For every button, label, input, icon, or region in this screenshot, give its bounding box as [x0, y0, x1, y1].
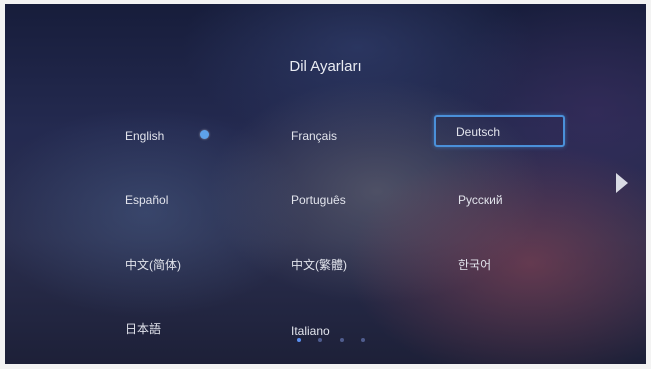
language-option-francais[interactable]: Français — [269, 120, 397, 150]
language-label: 中文(繁體) — [291, 258, 347, 272]
language-option-chinese-traditional[interactable]: 中文(繁體) — [269, 249, 397, 279]
page-dot[interactable] — [340, 338, 344, 342]
language-option-japanese[interactable]: 日本語 — [103, 313, 231, 343]
chevron-right-icon[interactable] — [614, 172, 630, 194]
page-dot[interactable] — [318, 338, 322, 342]
radio-dot-icon — [200, 130, 209, 139]
language-label: Русский — [458, 193, 503, 207]
page-title: Dil Ayarları — [289, 58, 362, 75]
language-label: 中文(简体) — [125, 258, 181, 272]
language-option-russian[interactable]: Русский — [436, 184, 564, 214]
language-option-chinese-simplified[interactable]: 中文(简体) — [103, 249, 231, 279]
language-label: Français — [291, 129, 338, 143]
language-option-korean[interactable]: 한국어 — [436, 249, 564, 279]
language-option-portugues[interactable]: Português — [269, 184, 397, 214]
page-dot[interactable] — [361, 338, 365, 342]
page-dot[interactable] — [297, 338, 301, 342]
language-label: Português — [291, 193, 346, 207]
language-label: English — [125, 129, 165, 143]
language-label: Deutsch — [456, 125, 501, 139]
language-label: 한국어 — [458, 258, 492, 272]
language-label: Español — [125, 193, 169, 207]
language-label: Italiano — [291, 324, 330, 338]
language-option-english[interactable]: English — [103, 120, 231, 150]
language-settings-screen: Dil Ayarları English Français Deutsch Es… — [5, 4, 646, 364]
language-option-italiano[interactable]: Italiano — [269, 315, 397, 345]
language-label: 日本語 — [125, 322, 162, 336]
language-option-deutsch[interactable]: Deutsch — [434, 115, 565, 147]
language-option-espanol[interactable]: Español — [103, 184, 231, 214]
